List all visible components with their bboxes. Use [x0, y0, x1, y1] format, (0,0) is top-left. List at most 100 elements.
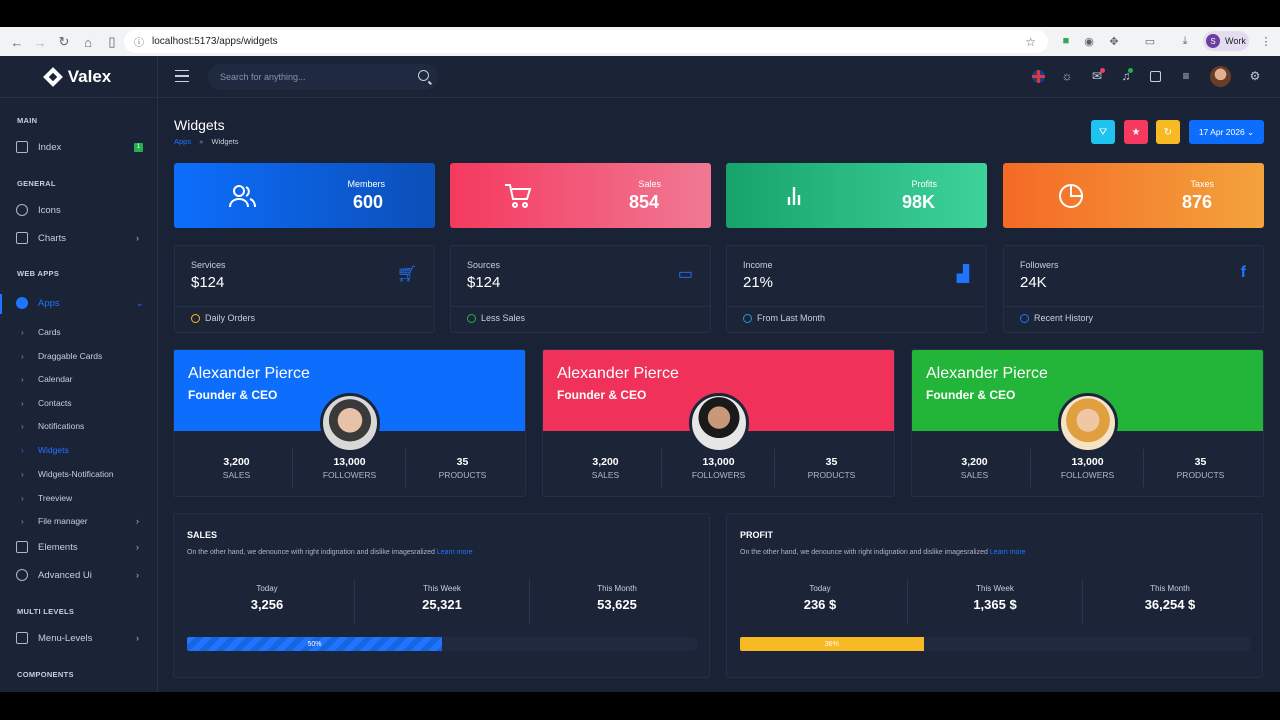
taxes-stat-card[interactable]: Taxes 876 [1003, 163, 1264, 228]
divider [175, 306, 434, 307]
learn-more-link[interactable]: Learn more [990, 549, 1026, 556]
browser-menu-icon[interactable]: ⋮ [1256, 31, 1276, 51]
hamburger-icon[interactable] [175, 70, 189, 82]
arrow-up-circle-icon [467, 313, 476, 323]
sidebar-category-multilevels: MULTI LEVELS [17, 607, 75, 616]
subitem-chevron-icon: › [21, 516, 24, 526]
refresh-button[interactable]: ↻ [1156, 120, 1180, 144]
subitem-label: Treeview [38, 493, 73, 503]
progress-track: 50% [187, 637, 697, 651]
profile-followers-stat: 13,000 FOLLOWERS [293, 456, 406, 480]
download-icon[interactable]: ⤓ [1175, 31, 1195, 51]
stat-period-label: This Week [976, 584, 1014, 593]
profile-products-label: PRODUCTS [438, 470, 487, 480]
bar-chart-icon: ▟ [956, 266, 969, 283]
stat-label: Profits [911, 179, 937, 189]
sidebar-subitem-widgets-notification[interactable]: › Widgets-Notification [0, 465, 158, 483]
search-icon[interactable] [418, 70, 429, 81]
sidebar-item-label: Elements [38, 541, 78, 553]
url-text: localhost:5173/apps/widgets [152, 36, 278, 47]
sales-stat-card[interactable]: Sales 854 [450, 163, 711, 228]
info-value: 21% [743, 274, 774, 291]
reload-icon[interactable]: ↻ [52, 30, 76, 54]
profile-avatar: S [1206, 34, 1220, 48]
home-icon[interactable]: ⌂ [76, 30, 100, 54]
profit-summary-card: PROFIT On the other hand, we denounce wi… [726, 513, 1263, 678]
subitem-label: Notifications [38, 421, 85, 431]
sidebar-subitem-contacts[interactable]: › Contacts [0, 394, 158, 412]
logo-icon [42, 66, 63, 87]
back-icon[interactable]: ← [5, 30, 29, 54]
sidebar-item-index[interactable]: Index 1 [0, 135, 158, 159]
sidebar-item-elements[interactable]: Elements › [0, 535, 158, 559]
stat-value: 600 [352, 192, 383, 212]
info-label: Income [743, 260, 773, 270]
breadcrumb-separator: » [199, 137, 204, 146]
cast-icon[interactable]: ▭ [1140, 31, 1160, 51]
profile-products-stat: 35 PRODUCTS [406, 456, 519, 480]
search-input[interactable]: Search for anything... [208, 64, 438, 90]
profile-card: Alexander Pierce Founder & CEO 3,200 SALE… [542, 349, 895, 497]
user-avatar[interactable] [1210, 66, 1231, 87]
chevron-right-icon: › [136, 633, 139, 643]
favorite-button[interactable]: ★ [1124, 120, 1148, 144]
browser-profile-chip[interactable]: S Work [1203, 31, 1249, 51]
sidebar-subitem-treeview[interactable]: › Treeview [0, 489, 158, 507]
sidebar-item-apps[interactable]: Apps ⌄ [0, 291, 158, 315]
subitem-chevron-icon: › [21, 469, 24, 479]
learn-more-link[interactable]: Learn more [437, 549, 473, 556]
layers-icon [16, 541, 28, 553]
bookmark-star-icon[interactable]: ☆ [1025, 35, 1036, 49]
main-content: Widgets Apps » Widgets ⛛ ★ ↻ 17 Apr 2026… [159, 99, 1280, 692]
profile-card: Alexander Pierce Founder & CEO 3,200 SALE… [911, 349, 1264, 497]
sidebar-item-label: Icons [38, 204, 61, 216]
theme-sun-icon[interactable]: ☼ [1060, 69, 1074, 83]
users-icon [229, 185, 256, 208]
camera-extension-icon[interactable]: ◉ [1079, 31, 1099, 51]
card-title: PROFIT [740, 530, 773, 540]
sidebar-subitem-widgets[interactable]: › Widgets [0, 441, 158, 459]
profile-name: Alexander Pierce [926, 365, 1048, 382]
profile-sales-value: 3,200 [223, 456, 250, 468]
credit-card-icon: ▭ [677, 266, 693, 283]
profile-sales-value: 3,200 [961, 456, 988, 468]
sidebar-subitem-file-manager[interactable]: › File manager › [0, 512, 158, 530]
sidebar-subitem-notifications[interactable]: › Notifications [0, 417, 158, 435]
month-stat: This Month 36,254 $ [1085, 584, 1255, 612]
sidebar-category-main: MAIN [17, 116, 38, 125]
extensions-puzzle-icon[interactable]: ✥ [1104, 31, 1124, 51]
info-footer: Daily Orders [191, 313, 255, 323]
members-stat-card[interactable]: Members 600 [174, 163, 435, 228]
menu-lines-icon[interactable]: ≡ [1179, 69, 1193, 83]
chevron-right-icon: › [136, 542, 139, 552]
notification-badge [1128, 68, 1133, 73]
fullscreen-icon[interactable] [1150, 71, 1161, 82]
extension-icon[interactable]: ■ [1056, 31, 1076, 51]
brand-logo[interactable]: Valex [0, 56, 157, 98]
profits-stat-card[interactable]: Profits 98K [726, 163, 987, 228]
sidebar-subitem-calendar[interactable]: › Calendar [0, 370, 158, 388]
split-view-icon[interactable]: ▯ [100, 30, 124, 54]
site-info-icon[interactable]: ⓘ [134, 34, 144, 49]
address-bar[interactable]: ⓘ localhost:5173/apps/widgets ☆ [124, 30, 1048, 53]
sidebar-item-label: Apps [38, 297, 60, 309]
income-card: Income 21% ▟ From Last Month [726, 245, 987, 333]
info-label: Services [191, 260, 226, 270]
profile-followers-stat: 13,000 FOLLOWERS [662, 456, 775, 480]
sidebar-item-advanced-ui[interactable]: Advanced Ui › [0, 563, 158, 587]
card-description: On the other hand, we denounce with righ… [187, 549, 473, 556]
sidebar-item-charts[interactable]: Charts › [0, 226, 158, 250]
info-footer: From Last Month [743, 313, 825, 323]
filter-button[interactable]: ⛛ [1091, 120, 1115, 144]
sidebar-item-menu-levels[interactable]: Menu-Levels › [0, 626, 158, 650]
breadcrumb-apps-link[interactable]: Apps [174, 137, 191, 146]
sidebar-subitem-cards[interactable]: › Cards [0, 323, 158, 341]
settings-gear-icon[interactable]: ⚙ [1248, 69, 1262, 83]
sidebar-category-general: GENERAL [17, 179, 56, 188]
language-flag-icon[interactable] [1032, 70, 1045, 83]
sidebar-item-icons[interactable]: Icons [0, 198, 158, 222]
sidebar-subitem-draggable-cards[interactable]: › Draggable Cards [0, 347, 158, 365]
stat-period-label: Today [809, 584, 831, 593]
forward-icon[interactable]: → [28, 30, 52, 54]
date-picker-button[interactable]: 17 Apr 2026 ⌄ [1189, 120, 1264, 144]
